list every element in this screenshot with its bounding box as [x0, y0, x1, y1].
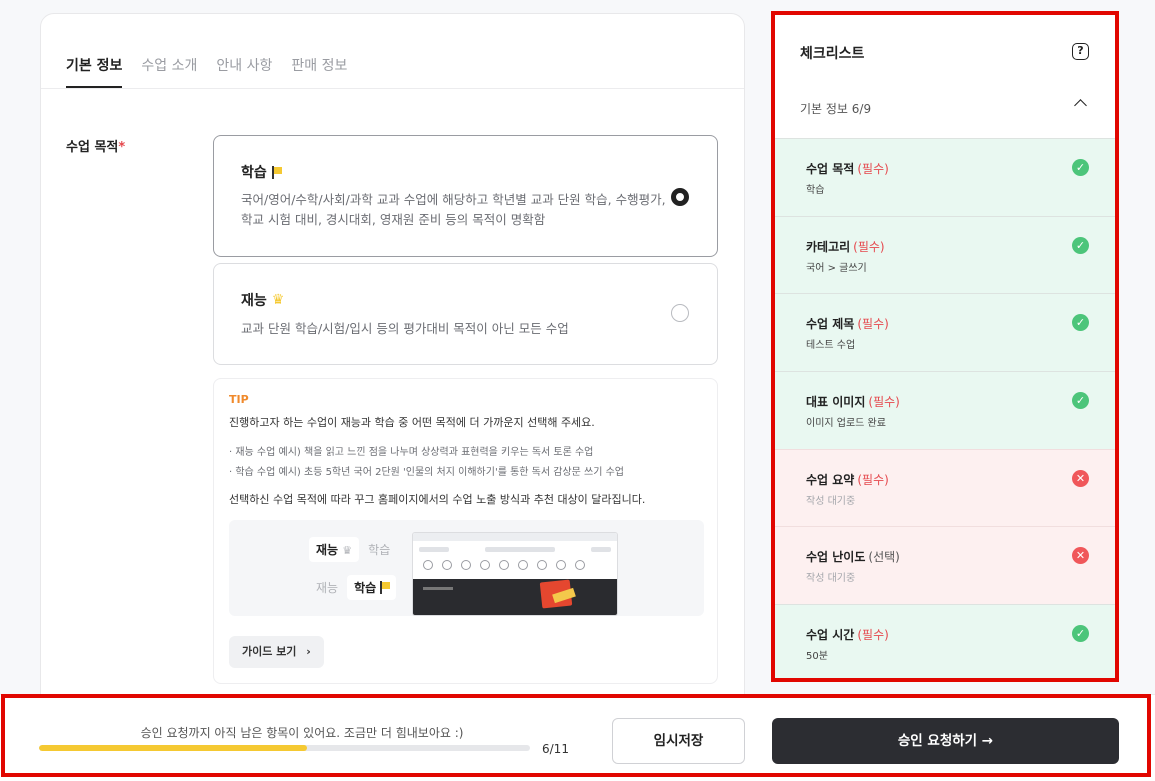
help-icon[interactable]: ? [1072, 43, 1089, 60]
checklist-item[interactable]: 카테고리 (필수) 국어 > 글쓰기 ✓ [775, 216, 1115, 294]
bottom-action-bar: 승인 요청까지 아직 남은 항목이 있어요. 조금만 더 힘내보아요 :) 6/… [0, 694, 1155, 781]
toggle-off: 재능 [316, 581, 339, 595]
item-name: 수업 난이도 (선택) [806, 550, 900, 564]
check-icon: ✓ [1072, 314, 1089, 331]
item-value: 이미지 업로드 완료 [806, 418, 886, 429]
progress-bar [39, 745, 530, 751]
item-value: 작성 대기중 [806, 496, 856, 507]
toggle-on: 학습 [347, 575, 397, 600]
purpose-field-label: 수업 목적* [66, 136, 125, 155]
option-title: 학습 [241, 162, 283, 182]
required-mark: * [118, 140, 126, 155]
toggle-off: 학습 [368, 543, 391, 557]
tab-class-intro[interactable]: 수업 소개 [141, 55, 197, 88]
tab-sales-info[interactable]: 판매 정보 [291, 55, 347, 88]
checklist-title: 체크리스트 [800, 46, 865, 62]
item-value: 학습 [806, 185, 825, 196]
radio-unselected[interactable] [671, 304, 689, 322]
item-name: 대표 이미지 (필수) [806, 395, 900, 409]
checklist-item[interactable]: 수업 시간 (필수) 50분 ✓ [775, 604, 1115, 678]
crown-icon: ♛ [271, 292, 285, 308]
checklist-item[interactable]: 대표 이미지 (필수) 이미지 업로드 완료 ✓ [775, 371, 1115, 449]
guide-button-label: 가이드 보기 [242, 645, 297, 658]
progress-count: 6/11 [542, 742, 569, 756]
tip-box: TIP 진행하고자 하는 수업이 재능과 학습 중 어떤 목적에 더 가까운지 … [213, 378, 718, 684]
request-approval-button[interactable]: 승인 요청하기 → [772, 718, 1119, 764]
toggle-example-study: 재능 학습 [309, 575, 397, 600]
checklist-item[interactable]: 수업 제목 (필수) 테스트 수업 ✓ [775, 293, 1115, 371]
tip-label: TIP [229, 393, 249, 406]
item-name: 카테고리 (필수) [806, 240, 885, 254]
progress-message: 승인 요청까지 아직 남은 항목이 있어요. 조금만 더 힘내보아요 :) [140, 726, 464, 740]
flag-icon [380, 581, 391, 594]
option-title-text: 학습 [241, 165, 267, 181]
item-name: 수업 제목 (필수) [806, 317, 889, 331]
checklist-item[interactable]: 수업 요약 (필수) 작성 대기중 ✕ [775, 449, 1115, 527]
radio-selected[interactable] [671, 188, 689, 206]
checklist-item[interactable]: 수업 목적 (필수) 학습 ✓ [775, 138, 1115, 216]
check-icon: ✓ [1072, 237, 1089, 254]
item-value: 국어 > 글쓰기 [806, 263, 867, 274]
crown-icon: ♛ [342, 544, 353, 557]
tip-example-talent: · 재능 수업 예시) 책을 읽고 느낀 점을 나누며 상상력과 표현력을 키우… [229, 447, 594, 458]
tab-basic-info[interactable]: 기본 정보 [66, 55, 123, 88]
progress-fill [39, 745, 307, 751]
option-description: 교과 단원 학습/시험/입시 등의 평가대비 목적이 아닌 모든 수업 [241, 321, 569, 336]
section-progress-label: 기본 정보 6/9 [800, 102, 872, 116]
tab-bar: 기본 정보 수업 소개 안내 사항 판매 정보 [41, 14, 744, 89]
option-description: 국어/영어/수학/사회/과학 교과 수업에 해당하고 학년별 교과 단원 학습,… [241, 192, 666, 227]
item-name: 수업 시간 (필수) [806, 628, 889, 642]
checklist-panel: 체크리스트 ? 기본 정보 6/9 수업 목적 (필수) 학습 ✓ 카테고리 (필수… [775, 14, 1115, 678]
checklist-item[interactable]: 수업 난이도 (선택) 작성 대기중 ✕ [775, 526, 1115, 604]
homepage-preview-image [412, 532, 618, 616]
item-value: 작성 대기중 [806, 573, 856, 584]
purpose-option-study[interactable]: 학습 국어/영어/수학/사회/과학 교과 수업에 해당하고 학년별 교과 단원 … [213, 135, 718, 257]
save-draft-button[interactable]: 임시저장 [612, 718, 745, 764]
guide-button[interactable]: 가이드 보기 › [229, 636, 324, 668]
item-value: 테스트 수업 [806, 340, 856, 351]
error-icon: ✕ [1072, 470, 1089, 487]
toggle-on: 재능 ♛ [309, 537, 360, 562]
error-icon: ✕ [1072, 547, 1089, 564]
chevron-up-icon [1074, 99, 1087, 112]
option-title: 재능 ♛ [241, 290, 284, 310]
check-icon: ✓ [1072, 625, 1089, 642]
checklist-section-toggle[interactable]: 기본 정보 6/9 [775, 88, 1115, 138]
flag-icon [271, 165, 283, 179]
form-card: 기본 정보 수업 소개 안내 사항 판매 정보 수업 목적* 학습 국어/영어/… [40, 13, 745, 713]
chevron-right-icon: › [306, 645, 311, 658]
check-icon: ✓ [1072, 392, 1089, 409]
toggle-example-talent: 재능 ♛ 학습 [309, 537, 397, 562]
tab-notice[interactable]: 안내 사항 [216, 55, 272, 88]
tip-illustration: 재능 ♛ 학습 재능 학습 [229, 520, 704, 616]
item-value: 50분 [806, 651, 828, 662]
purpose-option-talent[interactable]: 재능 ♛ 교과 단원 학습/시험/입시 등의 평가대비 목적이 아닌 모든 수업 [213, 263, 718, 365]
check-icon: ✓ [1072, 159, 1089, 176]
item-name: 수업 목적 (필수) [806, 162, 889, 176]
item-name: 수업 요약 (필수) [806, 473, 889, 487]
option-title-text: 재능 [241, 293, 267, 309]
tip-example-study: · 학습 수업 예시) 초등 5학년 국어 2단원 '인물의 처지 이해하기'를… [229, 467, 624, 478]
tip-lead: 진행하고자 하는 수업이 재능과 학습 중 어떤 목적에 더 가까운지 선택해 … [229, 416, 595, 429]
checklist-header: 체크리스트 ? [775, 14, 1115, 88]
tip-note: 선택하신 수업 목적에 따라 꾸그 홈페이지에서의 수업 노출 방식과 추천 대… [229, 493, 646, 506]
purpose-label-text: 수업 목적 [66, 140, 119, 155]
